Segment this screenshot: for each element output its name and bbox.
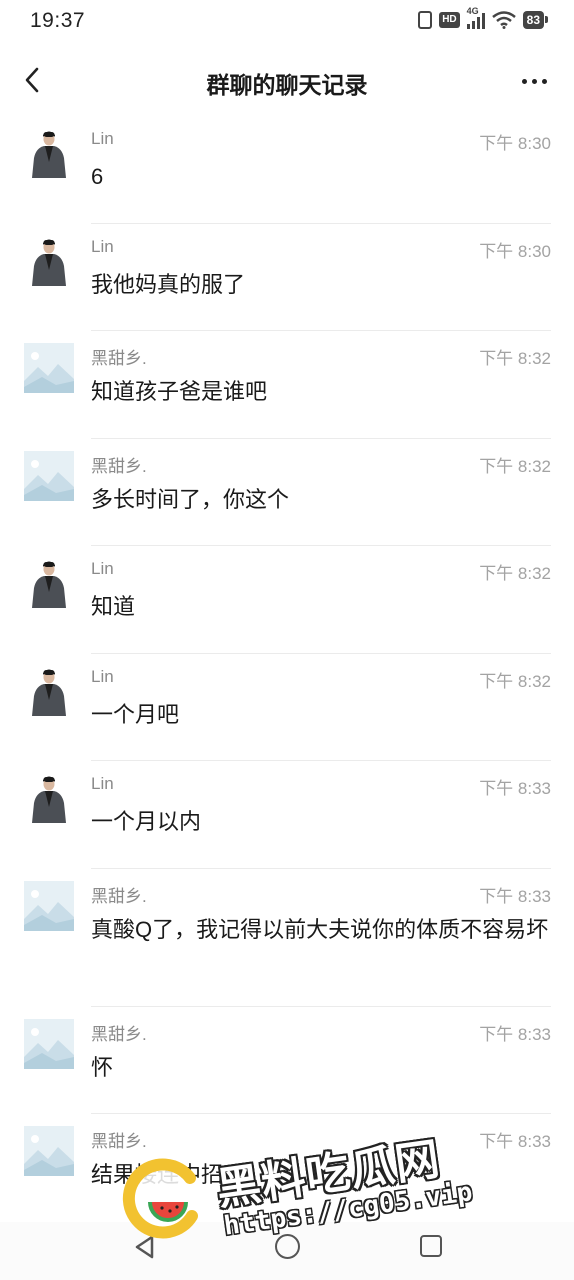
avatar-placeholder[interactable] bbox=[24, 343, 74, 393]
message-time: 下午 8:30 bbox=[479, 241, 551, 261]
message-row[interactable]: Lin 下午 8:30 我他妈真的服了 bbox=[0, 224, 574, 331]
avatar-lin[interactable] bbox=[24, 128, 74, 178]
message-text: 怀 bbox=[91, 1054, 114, 1080]
nav-back-icon[interactable] bbox=[132, 1234, 158, 1260]
message-time: 下午 8:32 bbox=[479, 456, 551, 476]
message-time: 下午 8:30 bbox=[479, 134, 551, 153]
image-placeholder-icon bbox=[24, 1126, 74, 1176]
sender-name: 黑甜乡. bbox=[91, 1024, 147, 1044]
message-text: 多长时间了，你这个 bbox=[91, 486, 290, 512]
sender-name: 黑甜乡. bbox=[91, 886, 147, 906]
person-photo-icon bbox=[24, 773, 74, 823]
message-row[interactable]: Lin 下午 8:32 一个月吧 bbox=[0, 654, 574, 761]
message-row[interactable]: 黑甜乡. 下午 8:32 多长时间了，你这个 bbox=[0, 439, 574, 546]
avatar-lin[interactable] bbox=[24, 665, 74, 716]
sender-name: Lin bbox=[91, 236, 114, 256]
sender-name: Lin bbox=[91, 559, 114, 578]
image-placeholder-icon bbox=[24, 1018, 74, 1069]
message-time: 下午 8:32 bbox=[479, 671, 551, 691]
message-time: 下午 8:32 bbox=[479, 349, 551, 368]
sender-name: 黑甜乡. bbox=[91, 456, 147, 476]
more-button[interactable] bbox=[516, 66, 552, 96]
battery-icon: 83 bbox=[522, 11, 549, 29]
message-text: 结果接连中招 bbox=[91, 1162, 224, 1187]
message-time: 下午 8:33 bbox=[479, 1132, 551, 1151]
avatar-lin[interactable] bbox=[24, 558, 74, 608]
message-row[interactable]: Lin 下午 8:32 知道 bbox=[0, 546, 574, 654]
message-text: 知道孩子爸是谁吧 bbox=[91, 379, 268, 404]
avatar-lin[interactable] bbox=[24, 235, 74, 286]
page-title: 群聊的聊天记录 bbox=[206, 72, 368, 98]
message-row[interactable]: Lin 下午 8:33 一个月以内 bbox=[0, 761, 574, 869]
message-row[interactable]: Lin 下午 8:30 6 bbox=[0, 116, 574, 224]
message-time: 下午 8:33 bbox=[479, 779, 551, 798]
message-time: 下午 8:33 bbox=[479, 886, 551, 906]
message-row[interactable]: 黑甜乡. 下午 8:33 真酸Q了，我记得以前大夫说你的体质不容易坏 bbox=[0, 869, 574, 1007]
header: 群聊的聊天记录 bbox=[0, 52, 574, 108]
vibrate-icon bbox=[418, 11, 433, 29]
image-placeholder-icon bbox=[24, 343, 74, 393]
person-photo-icon bbox=[24, 665, 74, 716]
message-row[interactable]: 黑甜乡. 下午 8:32 知道孩子爸是谁吧 bbox=[0, 331, 574, 439]
sender-name: Lin bbox=[91, 774, 114, 793]
system-nav-bar bbox=[0, 1222, 574, 1280]
signal-4g-icon: 4G bbox=[466, 6, 485, 29]
avatar-lin[interactable] bbox=[24, 773, 74, 823]
hd-icon: HD bbox=[439, 12, 460, 28]
nav-recents-icon[interactable] bbox=[420, 1235, 442, 1257]
message-text: 我他妈真的服了 bbox=[91, 271, 246, 297]
status-icons: HD 4G 83 bbox=[418, 6, 549, 29]
message-text: 一个月吧 bbox=[91, 701, 180, 727]
image-placeholder-icon bbox=[24, 450, 74, 501]
wifi-icon bbox=[491, 11, 516, 29]
sender-name: 黑甜乡. bbox=[91, 1132, 147, 1151]
sender-name: Lin bbox=[91, 129, 114, 148]
sender-name: Lin bbox=[91, 666, 114, 686]
avatar-placeholder[interactable] bbox=[24, 1126, 74, 1176]
message-text: 真酸Q了，我记得以前大夫说你的体质不容易坏 bbox=[91, 916, 549, 942]
message-time: 下午 8:33 bbox=[479, 1024, 551, 1044]
nav-home-icon[interactable] bbox=[275, 1234, 300, 1259]
message-time: 下午 8:32 bbox=[479, 564, 551, 583]
message-text: 6 bbox=[91, 164, 104, 189]
message-row[interactable]: 黑甜乡. 下午 8:33 结果接连中招 bbox=[0, 1114, 574, 1222]
person-photo-icon bbox=[24, 558, 74, 608]
person-photo-icon bbox=[24, 128, 74, 178]
avatar-placeholder[interactable] bbox=[24, 450, 74, 501]
more-dots-icon bbox=[521, 78, 527, 84]
message-row[interactable]: 黑甜乡. 下午 8:33 怀 bbox=[0, 1007, 574, 1114]
message-text: 一个月以内 bbox=[91, 809, 202, 834]
message-text: 知道 bbox=[91, 594, 136, 619]
image-placeholder-icon bbox=[24, 880, 74, 931]
avatar-placeholder[interactable] bbox=[24, 880, 74, 931]
network-type-label: 4G bbox=[466, 6, 479, 16]
status-bar: 19:37 HD 4G 83 bbox=[0, 0, 574, 44]
avatar-placeholder[interactable] bbox=[24, 1018, 74, 1069]
sender-name: 黑甜乡. bbox=[91, 349, 147, 368]
person-photo-icon bbox=[24, 235, 74, 286]
status-time: 19:37 bbox=[30, 9, 86, 32]
message-list[interactable]: Lin 下午 8:30 6 Lin 下午 8:30 我他妈真的服了黑甜乡. 下午 8:32 知… bbox=[0, 116, 574, 1222]
